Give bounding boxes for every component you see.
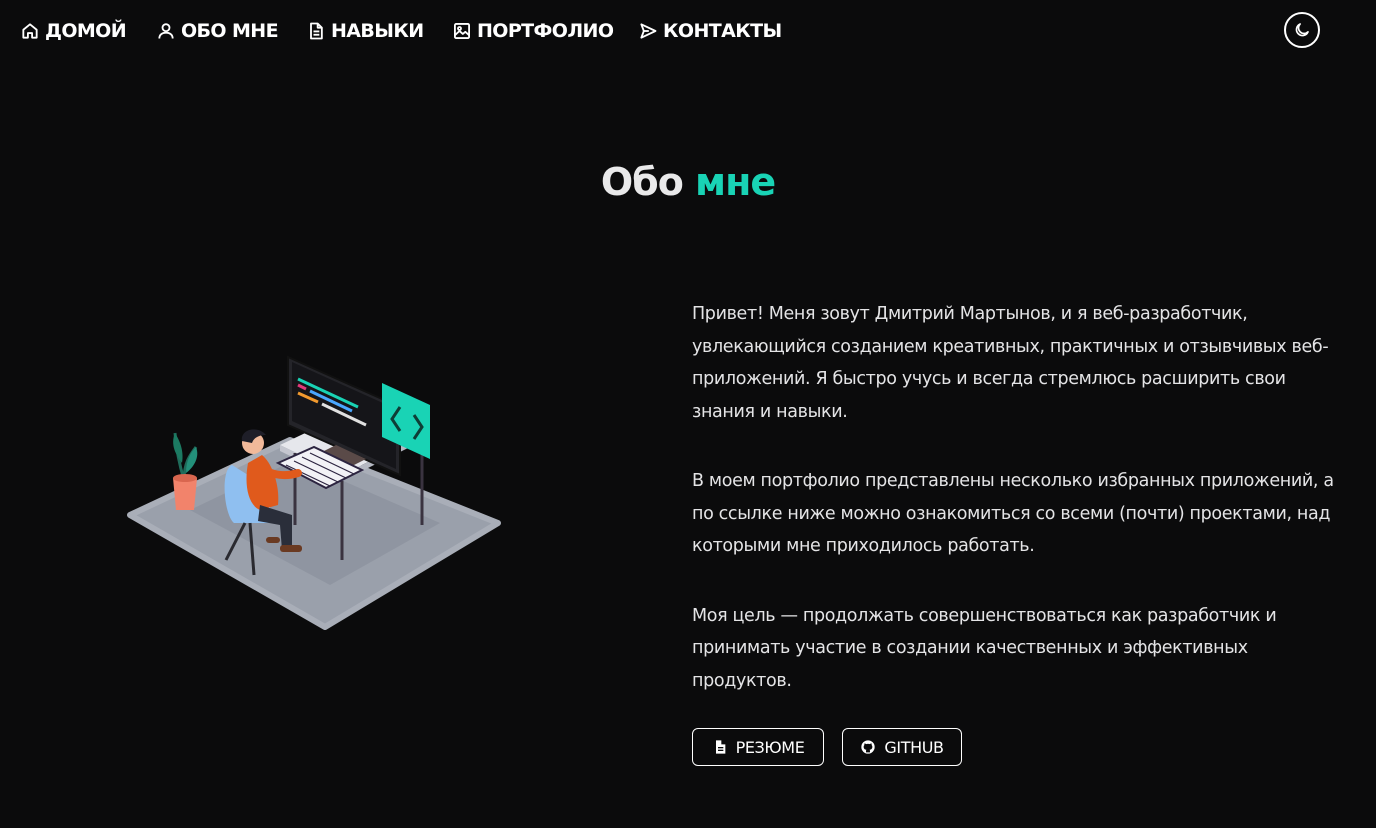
about-paragraph: Моя цель — продолжать совершенствоваться… xyxy=(692,605,1277,691)
about-text: Привет! Меня зовут Дмитрий Мартынов, и я… xyxy=(692,298,1342,697)
page-title: Обо мне xyxy=(0,160,1376,204)
resume-button[interactable]: РЕЗЮМЕ xyxy=(692,728,824,766)
github-button-label: GITHUB xyxy=(884,737,944,757)
nav-item-home[interactable]: ДОМОЙ xyxy=(20,17,127,45)
theme-toggle-button[interactable] xyxy=(1284,12,1320,48)
nav-item-label: ОБО МНЕ xyxy=(181,20,279,42)
resume-button-label: РЕЗЮМЕ xyxy=(735,737,805,757)
nav-item-label: ПОРТФОЛИО xyxy=(477,20,614,42)
about-paragraph: Привет! Меня зовут Дмитрий Мартынов, и я… xyxy=(692,304,1329,422)
nav-item-contacts[interactable]: КОНТАКТЫ xyxy=(638,17,782,45)
image-icon xyxy=(454,23,470,39)
user-icon xyxy=(158,23,174,39)
title-main: Обо xyxy=(600,160,684,204)
nav-item-label: НАВЫКИ xyxy=(331,20,424,42)
nav-item-skills[interactable]: НАВЫКИ xyxy=(306,17,424,45)
plant-icon xyxy=(173,432,198,510)
nav-item-label: ДОМОЙ xyxy=(45,20,127,42)
github-icon xyxy=(861,740,876,754)
nav-item-about[interactable]: ОБО МНЕ xyxy=(156,17,279,45)
title-accent: мне xyxy=(695,160,776,204)
send-icon xyxy=(640,23,657,39)
about-paragraph: В моем портфолио представлены несколько … xyxy=(692,471,1334,556)
github-button[interactable]: GITHUB xyxy=(842,728,962,766)
developer-illustration xyxy=(127,355,501,630)
nav-item-portfolio[interactable]: ПОРТФОЛИО xyxy=(452,17,614,45)
main-nav: ДОМОЙ ОБО МНЕ НАВЫКИ ПОРТФОЛИО КОНТАКТЫ xyxy=(0,0,1376,62)
home-icon xyxy=(22,23,38,39)
document-icon xyxy=(715,740,725,754)
document-icon xyxy=(310,22,323,40)
moon-icon xyxy=(1295,23,1309,37)
nav-item-label: КОНТАКТЫ xyxy=(663,20,782,42)
